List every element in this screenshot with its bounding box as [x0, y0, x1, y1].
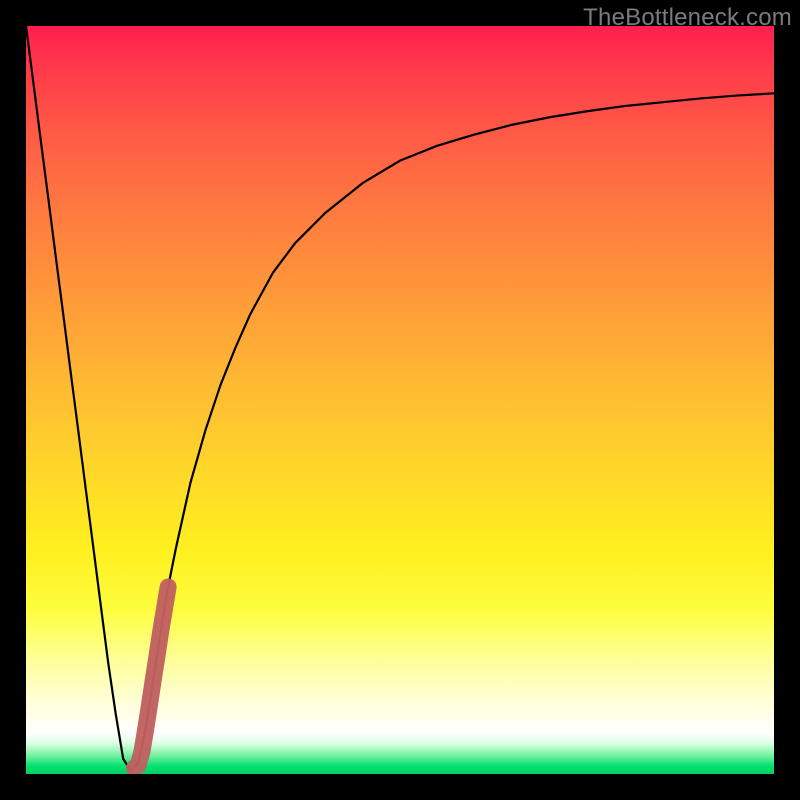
highlight-marker — [26, 26, 774, 774]
chart-frame: TheBottleneck.com — [0, 0, 800, 800]
plot-area — [26, 26, 774, 774]
watermark-text: TheBottleneck.com — [583, 4, 792, 32]
